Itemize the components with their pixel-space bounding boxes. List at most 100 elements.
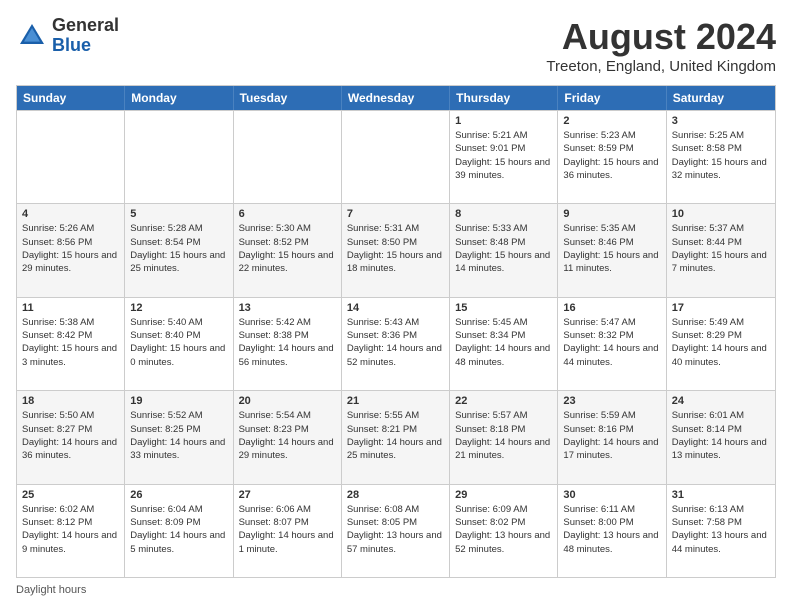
calendar-week-1: 1 Sunrise: 5:21 AMSunset: 9:01 PMDaylight… xyxy=(17,110,775,203)
day-info: Sunrise: 5:47 AMSunset: 8:32 PMDaylight:… xyxy=(563,316,660,369)
day-number: 13 xyxy=(239,302,336,314)
day-cell-13: 13 Sunrise: 5:42 AMSunset: 8:38 PMDayligh… xyxy=(234,298,342,390)
day-cell-17: 17Sunrise: 5:49 AMSunset: 8:29 PMDayligh… xyxy=(667,298,775,390)
day-number: 14 xyxy=(347,302,444,314)
day-cell-12: 12 Sunrise: 5:40 AMSunset: 8:40 PMDayligh… xyxy=(125,298,233,390)
day-cell-21: 21 Sunrise: 5:55 AMSunset: 8:21 PMDayligh… xyxy=(342,391,450,483)
day-number: 26 xyxy=(130,489,227,501)
day-number: 30 xyxy=(563,489,660,501)
day-cell-25: 25 Sunrise: 6:02 AMSunset: 8:12 PMDayligh… xyxy=(17,485,125,577)
day-info: Sunrise: 5:49 AMSunset: 8:29 PMDaylight:… xyxy=(672,316,770,369)
day-cell-3: 3 Sunrise: 5:25 AMSunset: 8:58 PMDaylight… xyxy=(667,111,775,203)
calendar-header: SundayMondayTuesdayWednesdayThursdayFrid… xyxy=(17,86,775,110)
day-cell-19: 19 Sunrise: 5:52 AMSunset: 8:25 PMDayligh… xyxy=(125,391,233,483)
day-info: Sunrise: 5:26 AMSunset: 8:56 PMDaylight:… xyxy=(22,222,119,275)
logo-blue-text: Blue xyxy=(52,36,119,56)
day-number: 23 xyxy=(563,395,660,407)
day-number: 9 xyxy=(563,208,660,220)
day-cell-11: 11Sunrise: 5:38 AMSunset: 8:42 PMDayligh… xyxy=(17,298,125,390)
day-info: Sunrise: 5:33 AMSunset: 8:48 PMDaylight:… xyxy=(455,222,552,275)
day-header-tuesday: Tuesday xyxy=(234,86,342,110)
day-cell-20: 20 Sunrise: 5:54 AMSunset: 8:23 PMDayligh… xyxy=(234,391,342,483)
logo-text: General Blue xyxy=(52,16,119,56)
day-number: 28 xyxy=(347,489,444,501)
day-info: Sunrise: 6:02 AMSunset: 8:12 PMDaylight:… xyxy=(22,503,119,556)
day-cell-15: 15Sunrise: 5:45 AMSunset: 8:34 PMDayligh… xyxy=(450,298,558,390)
calendar-body: 1 Sunrise: 5:21 AMSunset: 9:01 PMDaylight… xyxy=(17,110,775,577)
day-info: Sunrise: 5:52 AMSunset: 8:25 PMDaylight:… xyxy=(130,409,227,462)
day-number: 31 xyxy=(672,489,770,501)
day-info: Sunrise: 5:28 AMSunset: 8:54 PMDaylight:… xyxy=(130,222,227,275)
calendar-week-2: 4 Sunrise: 5:26 AMSunset: 8:56 PMDaylight… xyxy=(17,203,775,296)
day-cell-29: 29Sunrise: 6:09 AMSunset: 8:02 PMDayligh… xyxy=(450,485,558,577)
footer-note: Daylight hours xyxy=(16,584,776,596)
day-info: Sunrise: 5:54 AMSunset: 8:23 PMDaylight:… xyxy=(239,409,336,462)
day-cell-1: 1 Sunrise: 5:21 AMSunset: 9:01 PMDaylight… xyxy=(450,111,558,203)
day-number: 2 xyxy=(563,115,660,127)
day-number: 22 xyxy=(455,395,552,407)
day-info: Sunrise: 6:06 AMSunset: 8:07 PMDaylight:… xyxy=(239,503,336,556)
calendar-week-4: 18Sunrise: 5:50 AMSunset: 8:27 PMDayligh… xyxy=(17,390,775,483)
empty-cell xyxy=(125,111,233,203)
day-cell-6: 6 Sunrise: 5:30 AMSunset: 8:52 PMDaylight… xyxy=(234,204,342,296)
day-cell-10: 10Sunrise: 5:37 AMSunset: 8:44 PMDayligh… xyxy=(667,204,775,296)
day-number: 25 xyxy=(22,489,119,501)
day-number: 7 xyxy=(347,208,444,220)
day-number: 16 xyxy=(563,302,660,314)
day-info: Sunrise: 5:31 AMSunset: 8:50 PMDaylight:… xyxy=(347,222,444,275)
day-number: 3 xyxy=(672,115,770,127)
day-info: Sunrise: 5:43 AMSunset: 8:36 PMDaylight:… xyxy=(347,316,444,369)
day-info: Sunrise: 6:13 AMSunset: 7:58 PMDaylight:… xyxy=(672,503,770,556)
calendar-week-5: 25 Sunrise: 6:02 AMSunset: 8:12 PMDayligh… xyxy=(17,484,775,577)
logo-general: General xyxy=(52,16,119,36)
day-info: Sunrise: 5:55 AMSunset: 8:21 PMDaylight:… xyxy=(347,409,444,462)
day-info: Sunrise: 6:08 AMSunset: 8:05 PMDaylight:… xyxy=(347,503,444,556)
day-info: Sunrise: 5:25 AMSunset: 8:58 PMDaylight:… xyxy=(672,129,770,182)
calendar-week-3: 11Sunrise: 5:38 AMSunset: 8:42 PMDayligh… xyxy=(17,297,775,390)
day-number: 15 xyxy=(455,302,552,314)
day-info: Sunrise: 5:40 AMSunset: 8:40 PMDaylight:… xyxy=(130,316,227,369)
day-info: Sunrise: 6:01 AMSunset: 8:14 PMDaylight:… xyxy=(672,409,770,462)
page: General Blue August 2024 Treeton, Englan… xyxy=(0,0,792,612)
day-info: Sunrise: 5:50 AMSunset: 8:27 PMDaylight:… xyxy=(22,409,119,462)
day-number: 8 xyxy=(455,208,552,220)
location: Treeton, England, United Kingdom xyxy=(546,58,776,75)
day-number: 4 xyxy=(22,208,119,220)
empty-cell xyxy=(17,111,125,203)
day-number: 20 xyxy=(239,395,336,407)
day-info: Sunrise: 5:23 AMSunset: 8:59 PMDaylight:… xyxy=(563,129,660,182)
day-number: 27 xyxy=(239,489,336,501)
day-header-wednesday: Wednesday xyxy=(342,86,450,110)
day-cell-14: 14 Sunrise: 5:43 AMSunset: 8:36 PMDayligh… xyxy=(342,298,450,390)
day-number: 11 xyxy=(22,302,119,314)
day-number: 6 xyxy=(239,208,336,220)
day-cell-4: 4 Sunrise: 5:26 AMSunset: 8:56 PMDaylight… xyxy=(17,204,125,296)
day-cell-8: 8 Sunrise: 5:33 AMSunset: 8:48 PMDaylight… xyxy=(450,204,558,296)
day-cell-23: 23 Sunrise: 5:59 AMSunset: 8:16 PMDayligh… xyxy=(558,391,666,483)
day-info: Sunrise: 5:57 AMSunset: 8:18 PMDaylight:… xyxy=(455,409,552,462)
day-info: Sunrise: 5:42 AMSunset: 8:38 PMDaylight:… xyxy=(239,316,336,369)
day-cell-24: 24 Sunrise: 6:01 AMSunset: 8:14 PMDayligh… xyxy=(667,391,775,483)
day-number: 5 xyxy=(130,208,227,220)
empty-cell xyxy=(342,111,450,203)
day-cell-30: 30 Sunrise: 6:11 AMSunset: 8:00 PMDayligh… xyxy=(558,485,666,577)
day-header-saturday: Saturday xyxy=(667,86,775,110)
day-info: Sunrise: 6:11 AMSunset: 8:00 PMDaylight:… xyxy=(563,503,660,556)
day-number: 24 xyxy=(672,395,770,407)
logo-icon xyxy=(16,20,48,52)
day-cell-16: 16 Sunrise: 5:47 AMSunset: 8:32 PMDayligh… xyxy=(558,298,666,390)
day-number: 29 xyxy=(455,489,552,501)
day-info: Sunrise: 5:59 AMSunset: 8:16 PMDaylight:… xyxy=(563,409,660,462)
logo: General Blue xyxy=(16,16,119,56)
day-info: Sunrise: 5:30 AMSunset: 8:52 PMDaylight:… xyxy=(239,222,336,275)
day-info: Sunrise: 5:35 AMSunset: 8:46 PMDaylight:… xyxy=(563,222,660,275)
title-area: August 2024 Treeton, England, United Kin… xyxy=(546,16,776,75)
day-info: Sunrise: 5:21 AMSunset: 9:01 PMDaylight:… xyxy=(455,129,552,182)
day-number: 21 xyxy=(347,395,444,407)
day-header-friday: Friday xyxy=(558,86,666,110)
day-number: 12 xyxy=(130,302,227,314)
day-number: 19 xyxy=(130,395,227,407)
day-cell-22: 22 Sunrise: 5:57 AMSunset: 8:18 PMDayligh… xyxy=(450,391,558,483)
day-number: 1 xyxy=(455,115,552,127)
day-cell-28: 28 Sunrise: 6:08 AMSunset: 8:05 PMDayligh… xyxy=(342,485,450,577)
